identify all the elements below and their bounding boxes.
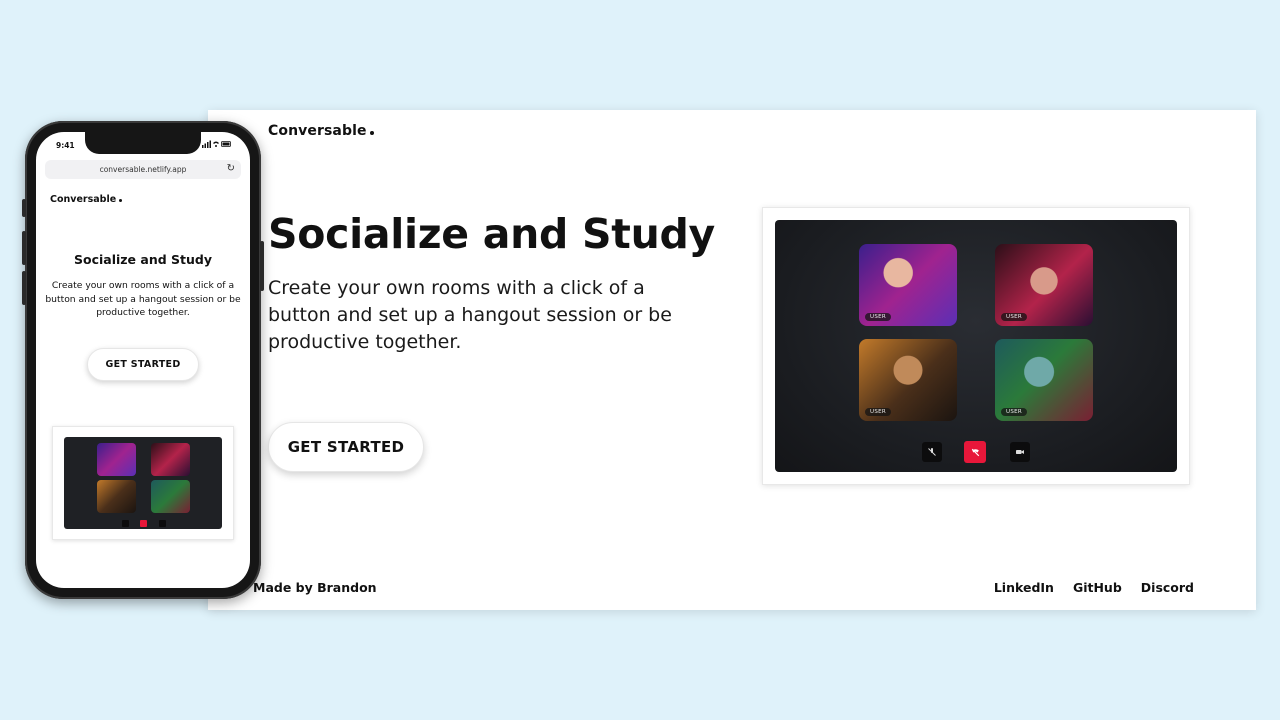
tile-user-label: USER (865, 408, 892, 416)
desktop-browser-view: Conversable Socialize and Study Create y… (208, 110, 1256, 610)
reload-icon[interactable]: ↻ (227, 163, 235, 174)
video-tile (97, 443, 136, 476)
mobile-brand-logo[interactable]: Conversable (50, 194, 123, 205)
github-link[interactable]: GitHub (1073, 580, 1122, 595)
get-started-button[interactable]: GET STARTED (268, 422, 424, 472)
video-call-preview: USER USER USER USER (775, 220, 1177, 472)
hero-title: Socialize and Study (268, 210, 715, 258)
signal-battery-icon (202, 140, 232, 150)
video-tile (97, 480, 136, 513)
phone-side-button (22, 231, 26, 265)
mic-off-icon (122, 520, 129, 527)
tile-user-label: USER (1001, 408, 1028, 416)
mobile-video-call-preview (64, 437, 222, 529)
hero-subtitle: Create your own rooms with a click of a … (268, 277, 672, 353)
video-tile (151, 480, 190, 513)
brand-name: Conversable (268, 123, 367, 139)
mobile-brand-name: Conversable (50, 194, 117, 205)
status-time: 9:41 (56, 141, 75, 150)
phone-mockup: 9:41 conversable.netlify.app ↻ Conversab… (22, 121, 264, 599)
mobile-app-preview (52, 426, 234, 540)
hang-up-icon (964, 441, 986, 463)
tile-user-label: USER (1001, 313, 1028, 321)
footer-links: LinkedIn GitHub Discord (994, 580, 1194, 595)
app-preview: USER USER USER USER (762, 207, 1190, 485)
mobile-get-started-button[interactable]: GET STARTED (87, 348, 199, 381)
video-tile (151, 443, 190, 476)
phone-side-button (260, 241, 264, 291)
phone-side-button (22, 199, 26, 217)
brand-logo[interactable]: Conversable (268, 123, 374, 139)
phone-notch (85, 132, 201, 154)
phone-screen: 9:41 conversable.netlify.app ↻ Conversab… (36, 132, 250, 588)
mobile-hero-title: Socialize and Study (73, 252, 212, 267)
video-tile: USER (859, 244, 957, 326)
video-tile: USER (995, 339, 1093, 421)
mobile-hero-subtitle: Create your own rooms with a click of a … (45, 280, 241, 318)
video-tile: USER (995, 244, 1093, 326)
video-tile: USER (859, 339, 957, 421)
footer-credit: Made by Brandon (253, 580, 377, 595)
camera-icon (1010, 442, 1030, 462)
hang-up-icon (140, 520, 147, 527)
address-bar[interactable]: conversable.netlify.app ↻ (45, 160, 241, 179)
brand-dot-icon (369, 131, 374, 135)
url-text: conversable.netlify.app (99, 165, 187, 174)
tile-user-label: USER (865, 313, 892, 321)
discord-link[interactable]: Discord (1141, 580, 1194, 595)
linkedin-link[interactable]: LinkedIn (994, 580, 1054, 595)
brand-dot-icon (119, 199, 123, 202)
mic-off-icon (922, 442, 942, 462)
camera-icon (159, 520, 166, 527)
phone-side-button (22, 271, 26, 305)
